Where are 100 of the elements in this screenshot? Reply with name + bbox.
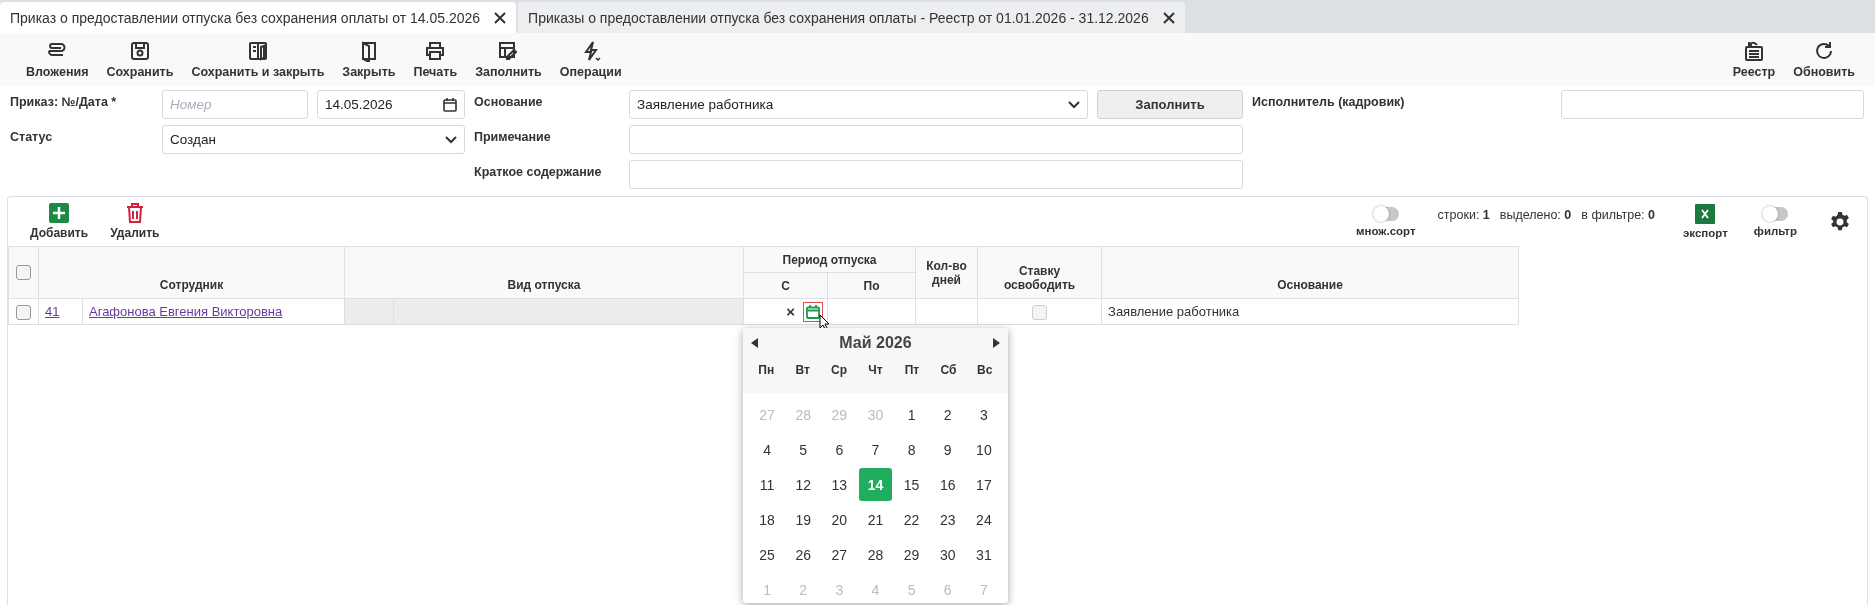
calendar-day[interactable]: 4 bbox=[750, 433, 784, 466]
list-icon bbox=[1742, 40, 1765, 62]
calendar-button[interactable] bbox=[803, 301, 823, 322]
calendar-day[interactable]: 11 bbox=[750, 468, 784, 501]
weekday-label: Чт bbox=[867, 363, 884, 377]
chevron-down-icon bbox=[445, 135, 457, 144]
toolbar-button[interactable]: Операции bbox=[553, 40, 628, 79]
calendar-day[interactable]: 21 bbox=[859, 503, 892, 536]
plus-icon bbox=[49, 203, 70, 223]
table-edit-icon bbox=[497, 40, 520, 62]
calendar-day[interactable]: 31 bbox=[967, 538, 1001, 571]
calendar-day[interactable]: 23 bbox=[931, 503, 965, 536]
column-group-header: Период отпуска bbox=[743, 246, 916, 273]
date-field[interactable]: 14.05.2026 bbox=[317, 90, 465, 119]
column-header[interactable]: По bbox=[827, 272, 916, 299]
trash-icon bbox=[125, 203, 144, 223]
calendar-day[interactable]: 5 bbox=[786, 433, 820, 466]
toolbar-button[interactable]: Обновить bbox=[1787, 40, 1861, 79]
calendar-day[interactable]: 2 bbox=[931, 398, 965, 431]
toolbar-button[interactable]: Закрыть bbox=[336, 40, 402, 79]
number-field[interactable]: Номер bbox=[162, 90, 308, 119]
column-header[interactable]: Ставку освободить bbox=[977, 246, 1102, 299]
field-label: Приказ: №/Дата * bbox=[10, 94, 118, 111]
calendar-day[interactable]: 18 bbox=[750, 503, 784, 536]
toggle-label: множ.сорт bbox=[1355, 224, 1416, 237]
toolbar-button[interactable]: Сохранить bbox=[100, 40, 180, 79]
weekday-label: Пт bbox=[903, 363, 921, 377]
select-all-checkbox[interactable] bbox=[16, 265, 31, 281]
calendar-day[interactable]: 22 bbox=[895, 503, 929, 536]
row-checkbox[interactable] bbox=[16, 304, 31, 320]
table-cell: Заявление работника bbox=[1101, 298, 1519, 325]
calendar-day[interactable]: 25 bbox=[750, 538, 784, 571]
clear-button[interactable]: × bbox=[786, 303, 795, 320]
calendar-day[interactable]: 7 bbox=[859, 433, 892, 466]
toolbar-button[interactable]: Вложения bbox=[20, 40, 95, 79]
calendar-day[interactable]: 3 bbox=[967, 398, 1001, 431]
column-header[interactable]: Основание bbox=[1101, 246, 1519, 299]
document-tab[interactable]: Приказ о предоставлении отпуска без сохранения оплаты от 14.05.2026 bbox=[0, 2, 517, 33]
calendar-day[interactable]: 28 bbox=[859, 538, 892, 571]
weekday-label: Ср bbox=[830, 363, 849, 377]
document-tab[interactable]: Приказы о предоставлении отпуска без сохранения оплаты - Реестр от 01.01.2026 - 31.12.2026 bbox=[518, 2, 1185, 33]
executor-field[interactable] bbox=[1561, 90, 1864, 119]
note-field[interactable] bbox=[629, 125, 1243, 154]
toolbar-button[interactable]: Печать bbox=[407, 40, 464, 79]
calendar-day[interactable]: 27 bbox=[822, 538, 856, 571]
next-month-icon[interactable] bbox=[993, 338, 1000, 348]
calendar-day[interactable]: 12 bbox=[786, 468, 820, 501]
calendar-day[interactable]: 19 bbox=[786, 503, 820, 536]
multisort-toggle[interactable] bbox=[1372, 206, 1399, 221]
save-close-icon bbox=[246, 40, 269, 62]
column-header[interactable]: Сотрудник bbox=[38, 246, 345, 299]
calendar-day[interactable]: 6 bbox=[822, 433, 856, 466]
grid-stat: в фильтре: 0 bbox=[1581, 207, 1655, 222]
calendar-day[interactable]: 29 bbox=[895, 538, 929, 571]
calendar-day[interactable]: 13 bbox=[822, 468, 856, 501]
weekday-label: Вс bbox=[976, 363, 994, 377]
status-dropdown[interactable]: Создан bbox=[162, 125, 465, 154]
calendar-day[interactable]: 1 bbox=[895, 398, 929, 431]
calendar-day[interactable]: 16 bbox=[931, 468, 965, 501]
settings-icon[interactable] bbox=[1829, 210, 1851, 233]
column-header[interactable]: С bbox=[743, 272, 828, 299]
calendar-day[interactable]: 24 bbox=[967, 503, 1001, 536]
close-icon[interactable] bbox=[494, 11, 507, 24]
weekday-label: Вт bbox=[794, 363, 811, 377]
field-label: Исполнитель (кадровик) bbox=[1252, 94, 1406, 111]
calendar-day[interactable]: 9 bbox=[931, 433, 965, 466]
close-icon[interactable] bbox=[1162, 11, 1175, 24]
field-label: Статус bbox=[10, 129, 54, 146]
save-icon bbox=[128, 40, 151, 62]
field-label: Примечание bbox=[474, 129, 552, 146]
calendar-icon bbox=[443, 97, 457, 112]
calendar-day[interactable]: 30 bbox=[931, 538, 965, 571]
fill-button[interactable]: Заполнить bbox=[1097, 90, 1243, 119]
previous-month-icon[interactable] bbox=[751, 338, 758, 348]
delete-button[interactable]: Удалить bbox=[106, 203, 164, 240]
spreadsheet-icon bbox=[1695, 204, 1716, 224]
calendar-day[interactable]: 20 bbox=[822, 503, 856, 536]
calendar-day[interactable]: 15 bbox=[895, 468, 929, 501]
chevron-down-icon bbox=[1068, 100, 1080, 109]
basis-dropdown[interactable]: Заявление работника bbox=[629, 90, 1088, 119]
field-label: Основание bbox=[474, 94, 544, 111]
calendar-day[interactable]: 17 bbox=[967, 468, 1001, 501]
calendar-day[interactable]: 26 bbox=[786, 538, 820, 571]
month-title[interactable]: Май 2026 bbox=[839, 334, 912, 352]
column-header[interactable]: Кол-во дней bbox=[915, 246, 978, 299]
toolbar-button[interactable]: Заполнить bbox=[469, 40, 548, 79]
toolbar-button[interactable]: Реестр bbox=[1726, 40, 1782, 79]
toggle-label: фильтр bbox=[1753, 224, 1797, 237]
calendar-day[interactable]: 10 bbox=[967, 433, 1001, 466]
filter-toggle[interactable] bbox=[1762, 206, 1789, 221]
summary-field[interactable] bbox=[629, 160, 1243, 189]
toolbar-button[interactable]: Сохранить и закрыть bbox=[185, 40, 331, 79]
add-button[interactable]: Добавить bbox=[26, 203, 93, 240]
release-checkbox[interactable] bbox=[1032, 304, 1048, 320]
row-number-link[interactable]: 41 bbox=[45, 304, 60, 319]
column-header[interactable]: Вид отпуска bbox=[344, 246, 744, 299]
calendar-day[interactable]: 8 bbox=[895, 433, 929, 466]
field-label: Краткое содержание bbox=[474, 164, 603, 181]
export-button[interactable]: экспорт bbox=[1679, 204, 1732, 239]
weekday-label: Пн bbox=[757, 363, 776, 377]
